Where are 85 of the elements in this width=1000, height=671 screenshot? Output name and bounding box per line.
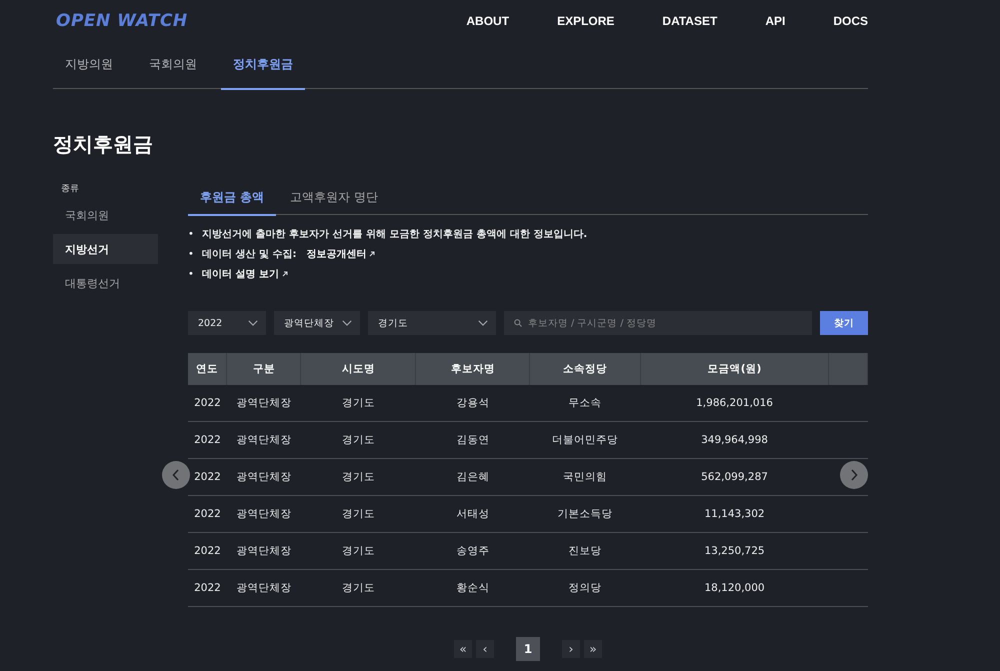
search-icon [514,319,522,327]
scroll-left-button[interactable] [162,461,190,489]
content-tab[interactable]: 후원금 총액 [188,182,276,216]
table-cell: 2022 [194,471,221,483]
table-cell: 진보당 [568,545,602,557]
table-cell: 무소속 [568,397,602,409]
table-cell: 광역단체장 [236,545,292,557]
table-cell: 김동연 [456,434,490,446]
column-header: 후보자명 [416,353,530,385]
table-cell: 349,964,998 [701,434,768,446]
bullet: • [188,249,195,261]
table-cell: 김은혜 [456,471,490,483]
year-dropdown[interactable]: 2022 [188,311,266,335]
bullet: • [188,269,195,281]
external-link-icon [282,271,288,277]
section-tab[interactable]: 국회의원 [137,42,209,90]
table-cell: 더불어민주당 [552,434,618,446]
nav-link[interactable]: ABOUT [418,14,510,28]
table-cell: 광역단체장 [236,471,292,483]
table-cell: 2022 [194,508,221,520]
chevron-down-icon [342,320,352,326]
table-cell: 2022 [194,582,221,594]
table-cell: 서태성 [456,508,490,520]
info-link[interactable]: 정보공개센터 [306,249,366,260]
table-cell: 기본소득당 [558,508,613,520]
page-button[interactable]: ‹ [476,640,494,658]
info-text: 지방선거에 출마한 후보자가 선거를 위해 모금한 정치후원금 총액에 대한 정보입니다. [202,229,588,240]
chevron-right-icon [850,469,858,481]
search-field[interactable]: 후보자명 / 구시군명 / 정당명 [504,311,812,335]
sidebar-item[interactable]: 국회의원 [53,200,158,230]
table-cell: 2022 [194,545,221,557]
table-cell: 562,099,287 [701,471,768,483]
table-cell: 황순식 [456,582,490,594]
bullet: • [188,229,195,241]
page-title: 정치후원금 [53,131,154,158]
chevron-down-icon [478,320,488,326]
nav-link[interactable]: DATASET [614,14,718,28]
table-cell: 13,250,725 [704,545,765,557]
external-link-icon [369,251,376,257]
nav-link[interactable]: DOCS [785,14,868,28]
nav-link[interactable]: EXPLORE [509,14,614,28]
table-cell: 광역단체장 [236,397,292,409]
page-button[interactable]: » [584,640,602,658]
table-cell: 정의당 [568,582,602,594]
column-header: 연도 [188,353,227,385]
table-cell: 경기도 [342,434,375,446]
table-cell: 경기도 [342,471,375,483]
type-dropdown[interactable]: 광역단체장 [274,311,360,335]
table-cell: 송영주 [456,545,490,557]
chevron-down-icon [248,320,258,326]
table-cell: 경기도 [342,582,375,594]
table-cell: 국민의힘 [563,471,608,483]
page-button[interactable]: 1 [516,637,540,661]
region-dropdown[interactable]: 경기도 [368,311,496,335]
table-cell: 2022 [194,434,221,446]
table-cell: 경기도 [342,508,375,520]
info-link[interactable]: 데이터 설명 보기 [202,269,279,280]
sidebar-heading: 종류 [60,183,80,196]
table-cell: 11,143,302 [704,508,765,520]
logo[interactable]: OPEN WATCH [56,11,188,31]
table-cell: 광역단체장 [236,508,292,520]
scroll-right-button[interactable] [840,461,868,489]
column-header: 구분 [226,353,301,385]
content-tab[interactable]: 고액후원자 명단 [278,182,390,216]
chevron-left-icon [172,469,180,481]
table-cell: 강용석 [456,397,490,409]
search-button[interactable]: 찾기 [820,311,868,335]
column-header: 소속정당 [530,353,641,385]
table-cell: 1,986,201,016 [696,397,773,409]
column-header: 시도명 [300,353,416,385]
sidebar-item[interactable]: 지방선거 [53,234,158,264]
table-cell: 경기도 [342,545,375,557]
table-cell: 광역단체장 [236,434,292,446]
table-cell: 2022 [194,397,221,409]
section-tab[interactable]: 정치후원금 [221,42,305,90]
table-cell: 광역단체장 [236,582,292,594]
table-cell: 18,120,000 [704,582,765,594]
page-button[interactable]: « [454,640,472,658]
info-text: 데이터 생산 및 수집: [202,249,296,260]
table-cell: 경기도 [342,397,375,409]
sidebar-item[interactable]: 대통령선거 [53,268,158,298]
page-button[interactable]: › [562,640,580,658]
nav-link[interactable]: API [717,14,786,28]
column-header: 모금액(원) [640,353,828,385]
section-tab[interactable]: 지방의원 [53,42,125,90]
